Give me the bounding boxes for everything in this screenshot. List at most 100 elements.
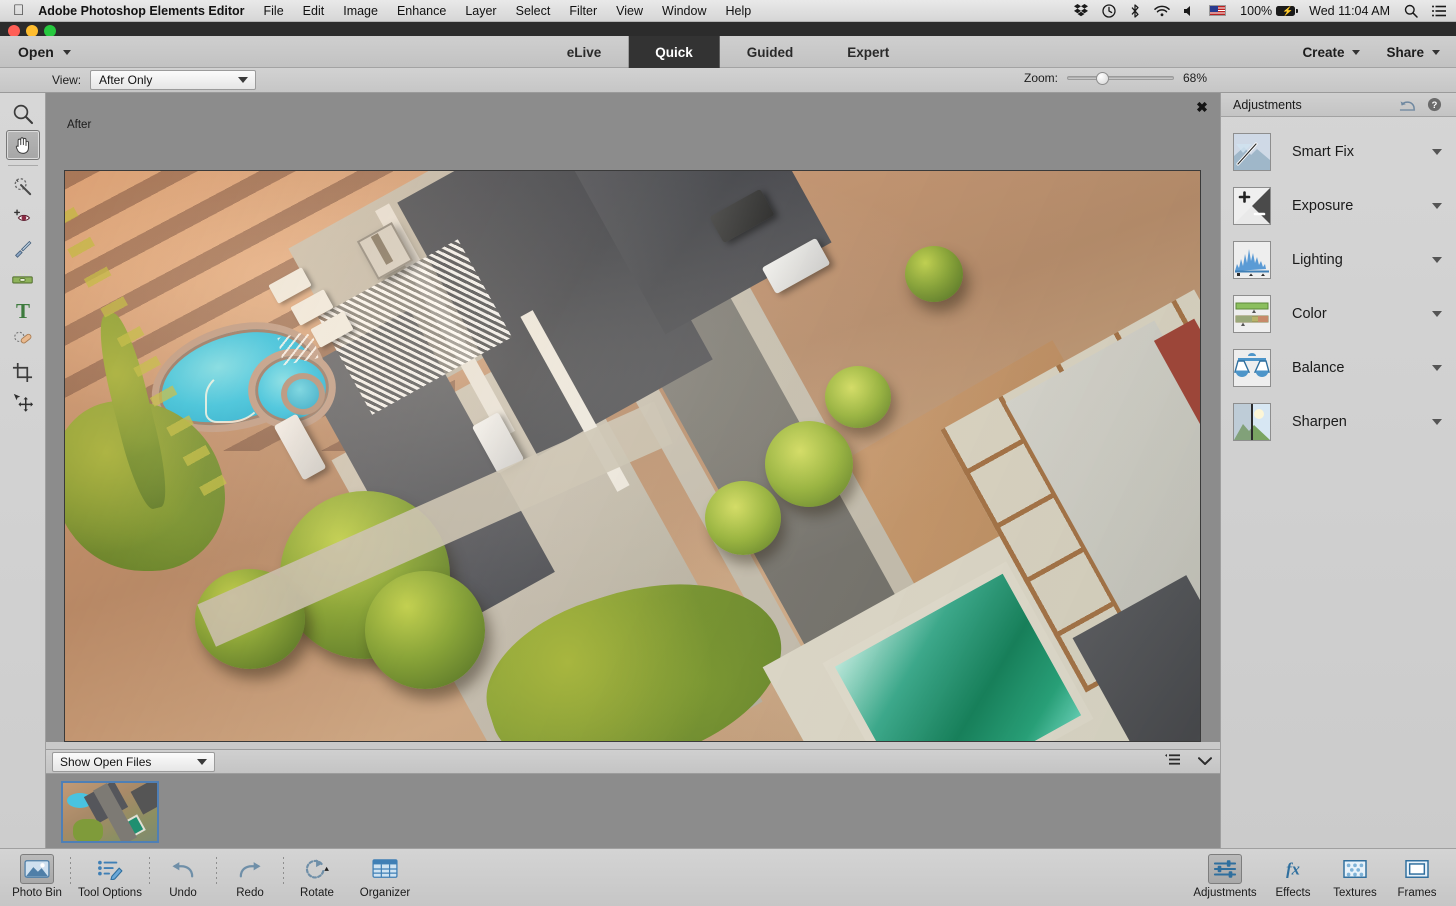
chevron-down-icon bbox=[238, 77, 248, 83]
view-mode-value: After Only bbox=[99, 73, 153, 87]
hand-tool[interactable] bbox=[5, 130, 40, 160]
adjustments-button[interactable]: Adjustments bbox=[1188, 851, 1262, 899]
share-button[interactable]: Share bbox=[1386, 45, 1440, 60]
whiten-teeth-tool[interactable] bbox=[6, 233, 40, 263]
zoom-slider[interactable] bbox=[1067, 72, 1174, 85]
apple-icon[interactable]:  bbox=[13, 3, 24, 18]
adjustments-sliders-icon bbox=[1208, 854, 1242, 884]
menu-help[interactable]: Help bbox=[725, 4, 751, 18]
bluetooth-icon[interactable] bbox=[1130, 3, 1140, 18]
menu-window[interactable]: Window bbox=[662, 4, 706, 18]
redo-arrow-icon bbox=[233, 854, 267, 884]
effects-button[interactable]: fx Effects bbox=[1262, 851, 1324, 900]
time-machine-icon[interactable] bbox=[1102, 3, 1116, 18]
close-icon[interactable]: ✖ bbox=[1194, 99, 1210, 115]
battery-percent-label: 100% bbox=[1240, 3, 1273, 18]
quick-selection-tool[interactable] bbox=[6, 171, 40, 201]
chevron-down-icon[interactable] bbox=[1432, 257, 1442, 263]
chevron-down-icon[interactable] bbox=[1432, 203, 1442, 209]
photo-bin-filter-select[interactable]: Show Open Files bbox=[52, 752, 215, 772]
chevron-down-icon bbox=[197, 759, 207, 765]
tab-expert[interactable]: Expert bbox=[820, 36, 916, 68]
adjustment-row-balance[interactable]: Balance bbox=[1221, 341, 1456, 395]
frames-icon bbox=[1400, 854, 1434, 884]
chevron-down-icon bbox=[62, 49, 71, 55]
wifi-icon[interactable] bbox=[1154, 5, 1170, 17]
spot-healing-brush-tool[interactable] bbox=[6, 326, 40, 356]
chevron-down-icon[interactable] bbox=[1432, 149, 1442, 155]
tools-palette: T bbox=[0, 93, 46, 848]
undo-button[interactable]: Undo bbox=[152, 851, 214, 899]
notification-center-icon[interactable] bbox=[1432, 5, 1446, 17]
dropbox-icon[interactable] bbox=[1074, 4, 1089, 17]
menu-view[interactable]: View bbox=[616, 4, 643, 18]
balance-scale-icon bbox=[1233, 349, 1271, 387]
menu-layer[interactable]: Layer bbox=[465, 4, 496, 18]
reset-icon[interactable] bbox=[1399, 98, 1416, 112]
adjustment-row-color[interactable]: Color bbox=[1221, 287, 1456, 341]
crop-tool[interactable] bbox=[6, 357, 40, 387]
tab-elive[interactable]: eLive bbox=[540, 36, 629, 68]
chevron-down-icon[interactable] bbox=[1432, 419, 1442, 425]
view-mode-select[interactable]: After Only bbox=[90, 70, 256, 90]
chevron-down-icon bbox=[1352, 49, 1361, 55]
menu-filter[interactable]: Filter bbox=[569, 4, 597, 18]
adjustment-row-exposure[interactable]: Exposure bbox=[1221, 179, 1456, 233]
menu-image[interactable]: Image bbox=[343, 4, 378, 18]
frames-button[interactable]: Frames bbox=[1386, 851, 1448, 899]
us-flag-icon[interactable] bbox=[1209, 5, 1227, 16]
menu-select[interactable]: Select bbox=[516, 4, 551, 18]
help-icon[interactable]: ? bbox=[1427, 97, 1442, 112]
tab-quick[interactable]: Quick bbox=[628, 36, 720, 68]
photo-bin-button[interactable]: Photo Bin bbox=[6, 851, 68, 899]
tab-guided[interactable]: Guided bbox=[720, 36, 821, 68]
organizer-grid-icon bbox=[368, 854, 402, 884]
battery-status[interactable]: 100% ⚡ bbox=[1240, 3, 1299, 18]
create-button[interactable]: Create bbox=[1302, 45, 1361, 60]
menubar-clock[interactable]: Wed 11:04 AM bbox=[1309, 4, 1390, 18]
red-eye-removal-tool[interactable] bbox=[6, 202, 40, 232]
zoom-tool[interactable] bbox=[6, 99, 40, 129]
rotate-label: Rotate bbox=[300, 887, 334, 899]
redo-button[interactable]: Redo bbox=[219, 851, 281, 899]
chevron-down-icon[interactable] bbox=[1432, 365, 1442, 371]
textures-icon bbox=[1338, 854, 1372, 884]
window-title-bar bbox=[0, 22, 1456, 37]
taskbar-divider bbox=[216, 857, 217, 887]
open-button[interactable]: Open bbox=[14, 40, 75, 64]
image-canvas[interactable] bbox=[64, 170, 1201, 742]
exposure-icon bbox=[1233, 187, 1271, 225]
zoom-slider-thumb[interactable] bbox=[1096, 72, 1109, 85]
effects-fx-icon: fx bbox=[1276, 854, 1310, 884]
adjustment-row-lighting[interactable]: Lighting bbox=[1221, 233, 1456, 287]
type-tool[interactable]: T bbox=[6, 295, 40, 325]
app-name-label: Adobe Photoshop Elements Editor bbox=[27, 3, 244, 18]
adjustment-row-sharpen[interactable]: Sharpen bbox=[1221, 395, 1456, 449]
adjustments-panel: Adjustments ? Smart Fix Exposure Lightin… bbox=[1220, 93, 1456, 848]
taskbar-right-group: Adjustments fx Effects Textures Frames bbox=[1188, 851, 1448, 899]
photo-bin-panel[interactable] bbox=[46, 774, 1220, 848]
photo-highlight-overlay bbox=[65, 171, 1200, 741]
organizer-button[interactable]: Organizer bbox=[348, 851, 422, 899]
spotlight-search-icon[interactable] bbox=[1404, 4, 1418, 18]
rotate-button[interactable]: Rotate bbox=[286, 851, 348, 899]
open-button-label: Open bbox=[18, 44, 54, 60]
textures-button[interactable]: Textures bbox=[1324, 851, 1386, 899]
chevron-down-icon[interactable] bbox=[1198, 753, 1212, 771]
chevron-down-icon[interactable] bbox=[1432, 311, 1442, 317]
menu-enhance[interactable]: Enhance bbox=[397, 4, 446, 18]
move-tool[interactable] bbox=[6, 388, 40, 418]
volume-icon[interactable] bbox=[1184, 5, 1195, 17]
tool-options-button[interactable]: Tool Options bbox=[73, 851, 147, 899]
adjustment-row-smart-fix[interactable]: Smart Fix bbox=[1221, 125, 1456, 179]
photo-bin-thumbnail-1[interactable] bbox=[61, 781, 159, 843]
adjustments-panel-header: Adjustments ? bbox=[1221, 93, 1456, 117]
after-label: After bbox=[67, 119, 92, 131]
menu-edit[interactable]: Edit bbox=[303, 4, 325, 18]
tool-options-label: Tool Options bbox=[78, 887, 142, 899]
straighten-tool[interactable] bbox=[6, 264, 40, 294]
menu-file[interactable]: File bbox=[264, 4, 284, 18]
canvas-area[interactable]: After ✖ bbox=[46, 93, 1220, 742]
list-view-icon[interactable] bbox=[1165, 753, 1181, 771]
photo-bin-bar: Show Open Files bbox=[46, 749, 1220, 774]
